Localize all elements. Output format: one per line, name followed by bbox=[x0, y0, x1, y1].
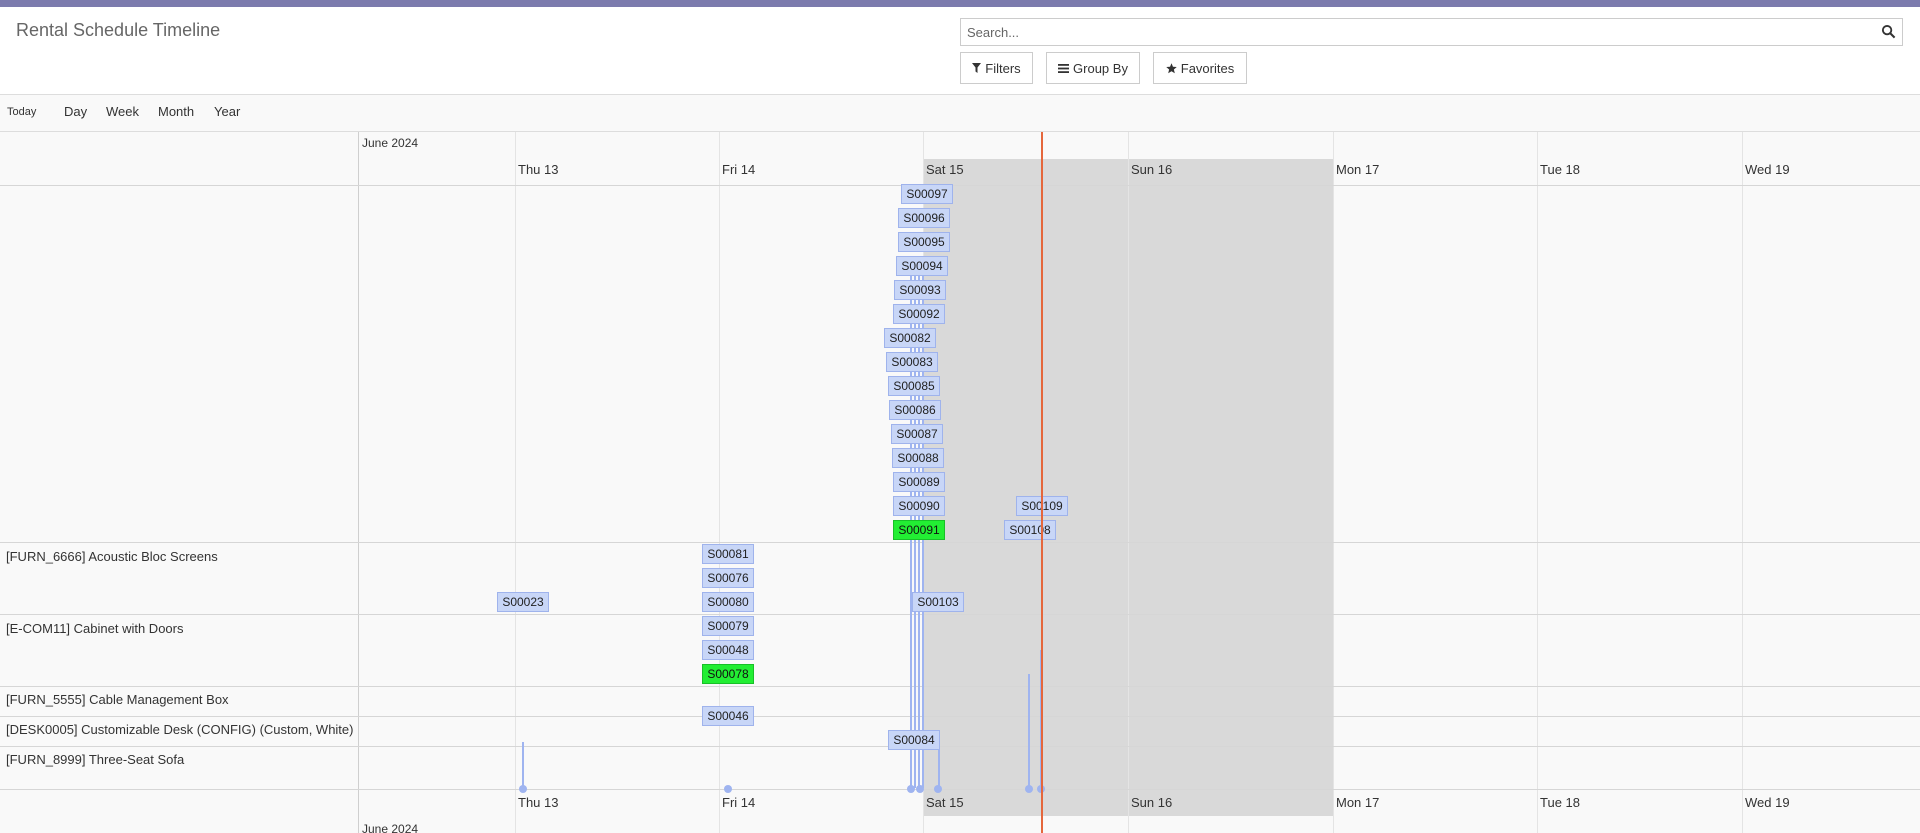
group-by-label: Group By bbox=[1073, 60, 1128, 76]
search-icon[interactable] bbox=[1881, 24, 1896, 39]
row-divider bbox=[0, 716, 1920, 717]
scale-bar: Today Day Week Month Year bbox=[0, 94, 1920, 130]
day-header: Tue 18 bbox=[1540, 162, 1580, 177]
rental-item[interactable]: S00103 bbox=[912, 592, 964, 612]
favorites-label: Favorites bbox=[1180, 60, 1235, 76]
day-gridline bbox=[1537, 132, 1538, 833]
rental-item[interactable]: S00091 bbox=[893, 520, 945, 540]
day-gridline bbox=[515, 132, 516, 833]
rental-item[interactable]: S00087 bbox=[891, 424, 943, 444]
group-by-button[interactable]: Group By bbox=[1046, 52, 1140, 84]
bars-icon bbox=[1058, 63, 1070, 73]
rental-item[interactable]: S00079 bbox=[702, 616, 754, 636]
day-header: Sun 16 bbox=[1131, 162, 1173, 177]
row-divider bbox=[0, 542, 1920, 543]
current-time-marker bbox=[1041, 132, 1043, 833]
rental-item[interactable]: S00093 bbox=[894, 280, 946, 300]
item-connector bbox=[522, 742, 524, 788]
item-connector bbox=[1028, 674, 1030, 788]
month-footer: June 2024 bbox=[362, 822, 419, 833]
item-anchor-dot bbox=[916, 785, 924, 793]
rental-item[interactable]: S00046 bbox=[702, 706, 754, 726]
rental-item[interactable]: S00084 bbox=[888, 730, 940, 750]
group-label: [FURN_6666] Acoustic Bloc Screens bbox=[6, 549, 218, 564]
rental-item[interactable]: S00081 bbox=[702, 544, 754, 564]
rental-item[interactable]: S00023 bbox=[497, 592, 549, 612]
group-label: [FURN_8999] Three-Seat Sofa bbox=[6, 752, 185, 767]
star-icon bbox=[1166, 62, 1177, 73]
search-box bbox=[960, 18, 1903, 46]
day-header: Thu 13 bbox=[518, 162, 559, 177]
day-gridline bbox=[719, 132, 720, 833]
scale-year-button[interactable]: Year bbox=[214, 104, 240, 119]
filter-icon bbox=[972, 63, 982, 73]
item-anchor-dot bbox=[934, 785, 942, 793]
row-divider bbox=[0, 789, 1920, 790]
day-footer: Thu 13 bbox=[518, 795, 559, 810]
timeline: June 2024 June 2024 Thu 13 Thu 13 Fri 14 Fri … bbox=[0, 131, 1920, 833]
item-anchor-dot bbox=[1025, 785, 1033, 793]
rental-item[interactable]: S00094 bbox=[896, 256, 948, 276]
rental-item[interactable]: S00088 bbox=[892, 448, 944, 468]
scale-month-button[interactable]: Month bbox=[158, 104, 194, 119]
rental-item[interactable]: S00090 bbox=[893, 496, 945, 516]
rental-item[interactable]: S00089 bbox=[893, 472, 945, 492]
top-accent-bar bbox=[0, 0, 1920, 7]
rental-item[interactable]: S00096 bbox=[898, 208, 950, 228]
rental-item[interactable]: S00095 bbox=[898, 232, 950, 252]
rental-item[interactable]: S00085 bbox=[888, 376, 940, 396]
row-divider bbox=[0, 686, 1920, 687]
filters-button[interactable]: Filters bbox=[960, 52, 1033, 84]
day-header: Mon 17 bbox=[1336, 162, 1380, 177]
month-header: June 2024 bbox=[362, 136, 419, 150]
rental-item[interactable]: S00076 bbox=[702, 568, 754, 588]
day-header: Wed 19 bbox=[1745, 162, 1790, 177]
row-divider bbox=[0, 185, 1920, 186]
favorites-button[interactable]: Favorites bbox=[1153, 52, 1247, 84]
item-anchor-dot bbox=[519, 785, 527, 793]
rental-item[interactable]: S00080 bbox=[702, 592, 754, 612]
day-header: Fri 14 bbox=[722, 162, 756, 177]
day-footer: Tue 18 bbox=[1540, 795, 1580, 810]
day-header: Sat 15 bbox=[926, 162, 964, 177]
row-divider bbox=[0, 746, 1920, 747]
group-label: [DESK0005] Customizable Desk (CONFIG) (C… bbox=[6, 722, 354, 737]
day-footer: Mon 17 bbox=[1336, 795, 1380, 810]
rental-item[interactable]: S00097 bbox=[901, 184, 953, 204]
filters-label: Filters bbox=[985, 60, 1021, 76]
search-input[interactable] bbox=[961, 19, 1873, 45]
control-panel: Rental Schedule Timeline Filters Group B… bbox=[0, 7, 1920, 95]
day-gridline bbox=[1128, 132, 1129, 833]
day-footer: Fri 14 bbox=[722, 795, 756, 810]
today-button[interactable]: Today bbox=[7, 106, 36, 118]
item-anchor-dot bbox=[724, 785, 732, 793]
rental-item[interactable]: S00086 bbox=[889, 400, 941, 420]
rental-item[interactable]: S00108 bbox=[1004, 520, 1056, 540]
day-footer: Sun 16 bbox=[1131, 795, 1173, 810]
rental-item[interactable]: S00082 bbox=[884, 328, 936, 348]
day-footer: Wed 19 bbox=[1745, 795, 1790, 810]
item-anchor-dot bbox=[907, 785, 915, 793]
rental-item[interactable]: S00048 bbox=[702, 640, 754, 660]
group-label: [FURN_5555] Cable Management Box bbox=[6, 692, 229, 707]
scale-week-button[interactable]: Week bbox=[106, 104, 139, 119]
page-title: Rental Schedule Timeline bbox=[16, 20, 221, 40]
row-divider bbox=[0, 614, 1920, 615]
group-label: [E-COM11] Cabinet with Doors bbox=[6, 621, 184, 636]
day-gridline bbox=[1742, 132, 1743, 833]
label-column-divider bbox=[358, 132, 359, 833]
day-footer: Sat 15 bbox=[926, 795, 964, 810]
scale-day-button[interactable]: Day bbox=[64, 104, 87, 119]
day-gridline bbox=[1333, 132, 1334, 833]
rental-item[interactable]: S00078 bbox=[702, 664, 754, 684]
rental-item[interactable]: S00092 bbox=[893, 304, 945, 324]
rental-item[interactable]: S00083 bbox=[886, 352, 938, 372]
